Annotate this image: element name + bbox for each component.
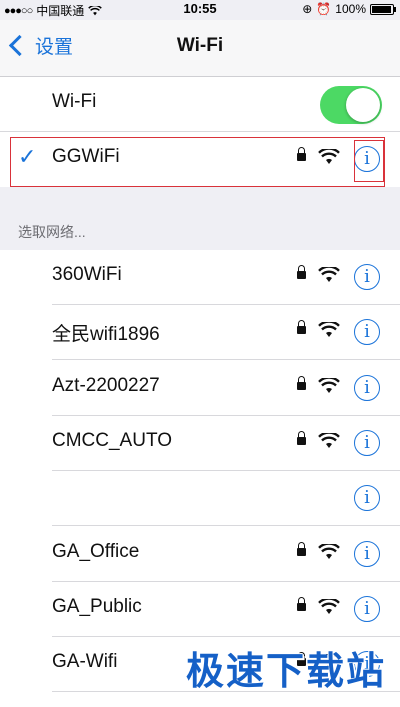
network-name: GA_Office xyxy=(52,540,140,562)
network-row[interactable]: GA_Office i xyxy=(0,527,400,582)
network-name: 全民wifi1896 xyxy=(52,324,160,346)
network-name: GA_Public xyxy=(52,595,142,617)
choose-network-label: 选取网络... xyxy=(18,224,86,240)
info-icon[interactable]: i xyxy=(354,264,380,290)
wifi-toggle-label: Wi-Fi xyxy=(52,91,97,112)
info-icon[interactable]: i xyxy=(354,485,380,512)
battery-fill xyxy=(372,5,391,13)
lock-icon xyxy=(297,596,306,611)
network-name: GA-Wifi xyxy=(52,651,118,673)
status-right: ⊕ ⏰ 100% xyxy=(302,2,396,16)
highlight-box-network xyxy=(10,137,385,187)
lock-icon xyxy=(297,265,306,279)
wifi-signal-icon xyxy=(318,543,340,559)
page-title: Wi-Fi xyxy=(176,35,224,56)
info-icon[interactable]: i xyxy=(354,429,380,456)
wifi-signal-icon xyxy=(318,598,340,614)
network-name: 360WiFi xyxy=(52,264,122,285)
lock-icon xyxy=(297,541,306,556)
network-row[interactable]: GA_Public i xyxy=(0,582,400,637)
highlight-box-info xyxy=(354,140,384,182)
wifi-signal-icon xyxy=(318,377,340,393)
network-list: 360WiFi i 全民wifi1896 i Azt-2200227 i CMCC_AUTO… xyxy=(0,250,400,707)
network-row[interactable]: i xyxy=(0,471,400,527)
network-row[interactable]: CMCC_AUTO i xyxy=(0,416,400,471)
wifi-toggle-switch[interactable] xyxy=(320,86,382,124)
toggle-knob xyxy=(346,88,380,122)
network-name: Azt-2200227 xyxy=(52,374,160,396)
status-bar: ●●●○○ 中国联通 10:55 ⊕ ⏰ 100% xyxy=(0,0,400,20)
info-icon[interactable]: i xyxy=(354,595,380,622)
navigation-bar: 设置 Wi-Fi xyxy=(0,20,400,77)
wifi-signal-icon xyxy=(318,432,340,448)
lock-icon xyxy=(297,320,306,335)
alarm-icon: ⏰ xyxy=(316,2,332,16)
info-icon[interactable]: i xyxy=(354,374,380,401)
network-row[interactable]: Azt-2200227 i xyxy=(0,361,400,416)
battery-icon xyxy=(370,3,396,15)
battery-percent: 100% xyxy=(335,2,366,16)
network-name: CMCC_AUTO xyxy=(52,429,172,451)
network-row[interactable]: 全民wifi1896 i xyxy=(0,305,400,361)
info-icon[interactable]: i xyxy=(354,319,380,346)
lock-icon xyxy=(297,430,306,445)
lock-rotation-icon: ⊕ xyxy=(302,2,313,16)
watermark-logo: 极速下载站 xyxy=(185,651,386,693)
wifi-toggle-row: Wi-Fi xyxy=(0,77,400,132)
wifi-signal-icon xyxy=(318,322,340,338)
wifi-signal-icon xyxy=(318,267,340,282)
info-icon[interactable]: i xyxy=(354,540,380,567)
network-row[interactable]: 360WiFi i xyxy=(0,250,400,305)
lock-icon xyxy=(297,375,306,390)
